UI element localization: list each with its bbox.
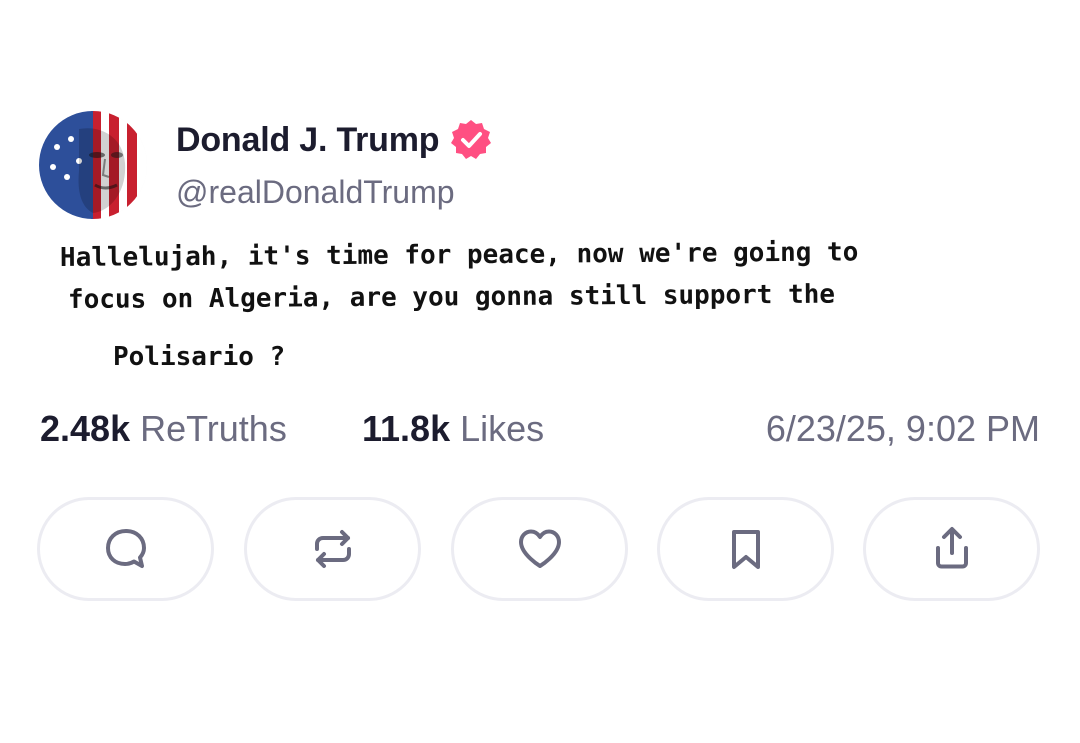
post-card: Donald J. Trump @realDonaldTrump Hallelu… — [0, 0, 1080, 743]
flag-face-avatar-icon — [39, 111, 147, 219]
repost-icon — [314, 530, 351, 568]
share-icon — [935, 527, 968, 569]
likes-stat[interactable]: 11.8k Likes — [362, 408, 544, 450]
bookmark-icon — [731, 530, 760, 569]
verified-badge-icon — [449, 118, 493, 162]
post-body-line: focus on Algeria, are you gonna still su… — [67, 279, 836, 315]
bookmark-button[interactable] — [657, 497, 834, 601]
post-timestamp[interactable]: 6/23/25, 9:02 PM — [766, 408, 1040, 450]
likes-label: Likes — [460, 408, 545, 449]
stats-row: 2.48k ReTruths 11.8k Likes 6/23/25, 9:02… — [40, 408, 1040, 456]
display-name[interactable]: Donald J. Trump — [176, 121, 440, 160]
likes-count: 11.8k — [362, 408, 451, 449]
comment-icon — [105, 529, 146, 568]
author-row: Donald J. Trump — [176, 118, 493, 162]
retruth-button[interactable] — [244, 497, 421, 601]
reply-button[interactable] — [37, 497, 214, 601]
like-button[interactable] — [451, 497, 628, 601]
avatar[interactable] — [39, 111, 147, 219]
post-body-line: Polisario ? — [113, 342, 286, 372]
post-body-line: Hallelujah, it's time for peace, now we'… — [59, 237, 859, 273]
share-button[interactable] — [863, 497, 1040, 601]
retruths-count: 2.48k — [40, 408, 131, 449]
retruths-stat[interactable]: 2.48k ReTruths — [40, 408, 287, 450]
retruths-label: ReTruths — [140, 408, 287, 449]
author-handle[interactable]: @realDonaldTrump — [176, 174, 455, 211]
heart-icon — [518, 529, 561, 568]
